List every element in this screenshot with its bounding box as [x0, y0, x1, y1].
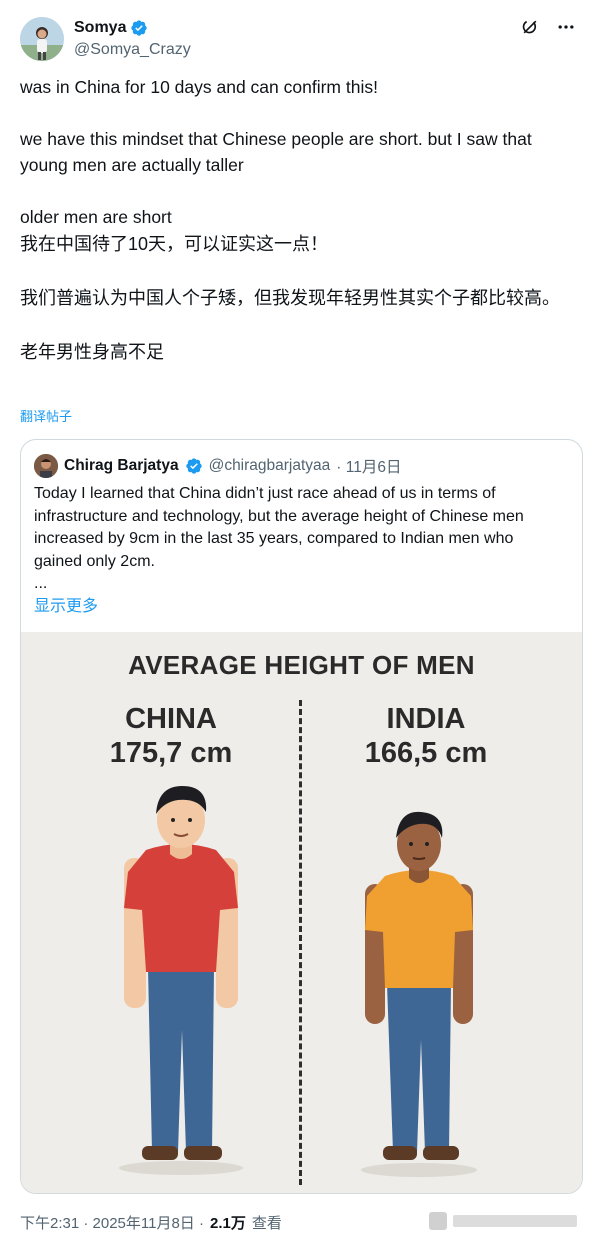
view-count: 2.1万 [209, 1215, 246, 1232]
quote-ellipsis: ... [34, 575, 48, 592]
views-label: 查看 [251, 1215, 282, 1232]
quote-author-handle[interactable]: @chiragbarjatyaa [209, 457, 331, 475]
watermark-icon [429, 1212, 577, 1230]
tweet-line-cn: 我在中国待了10天，可以证实这一点！ [20, 234, 329, 254]
man-illustration-china [119, 786, 243, 1175]
author-handle[interactable]: @Somya_Crazy [74, 39, 191, 61]
country-label-india: INDIA 166,5 cm [331, 702, 521, 770]
tweet-line: was in China for 10 days and can confirm… [20, 77, 378, 97]
author-block: Somya @Somya_Crazy [74, 18, 191, 61]
author-display-name[interactable]: Somya [74, 18, 126, 38]
country-name: CHINA [125, 703, 217, 735]
tweet-line-cn: 我们普遍认为中国人个子矮，但我发现年轻男性其实个子都比较高。 [20, 288, 560, 308]
translate-link[interactable]: 翻译帖子 [20, 406, 72, 425]
tweet-line-cn: 老年男性身高不足 [20, 342, 164, 362]
quote-image[interactable]: AVERAGE HEIGHT OF MEN CHINA 175,7 cm IND… [21, 632, 582, 1193]
more-icon[interactable] [555, 16, 577, 38]
show-more-link[interactable]: 显示更多 [34, 592, 98, 616]
tweet-line: older men are short [20, 207, 172, 227]
avatar[interactable] [20, 17, 64, 61]
country-height: 175,7 cm [109, 737, 233, 769]
country-label-china: CHINA 175,7 cm [71, 702, 271, 770]
quote-avatar[interactable] [34, 454, 58, 478]
author-name[interactable]: Somya [74, 18, 148, 38]
tweet-line: we have this mindset that Chinese people… [20, 129, 532, 175]
tweet-header: Somya @Somya_Crazy [20, 14, 577, 64]
man-illustration-india [361, 811, 477, 1177]
quote-date[interactable]: · 11月6日 [336, 455, 401, 477]
dashed-divider [299, 700, 302, 1185]
verified-badge-icon [185, 457, 203, 475]
tweet-body: was in China for 10 days and can confirm… [20, 74, 570, 366]
grok-icon[interactable] [519, 16, 541, 38]
country-name: INDIA [386, 703, 466, 735]
quote-author-name[interactable]: Chirag Barjatya [64, 457, 179, 475]
quote-text: Today I learned that China didn’t just r… [34, 483, 564, 596]
tweet-footer: 下午2:31 · 2025年11月8日 · 2.1万 查看 [20, 1212, 282, 1233]
verified-badge-icon [130, 19, 148, 37]
quote-header: Chirag Barjatya @chiragbarjatyaa · 11月6日 [34, 454, 401, 478]
quoted-tweet[interactable]: Chirag Barjatya @chiragbarjatyaa · 11月6日… [20, 439, 583, 1194]
infographic-title: AVERAGE HEIGHT OF MEN [128, 650, 475, 680]
header-actions [519, 16, 577, 38]
quote-body: Today I learned that China didn’t just r… [34, 485, 524, 570]
country-height: 166,5 cm [364, 737, 488, 769]
tweet-timestamp[interactable]: 下午2:31 · 2025年11月8日 · [20, 1212, 204, 1233]
